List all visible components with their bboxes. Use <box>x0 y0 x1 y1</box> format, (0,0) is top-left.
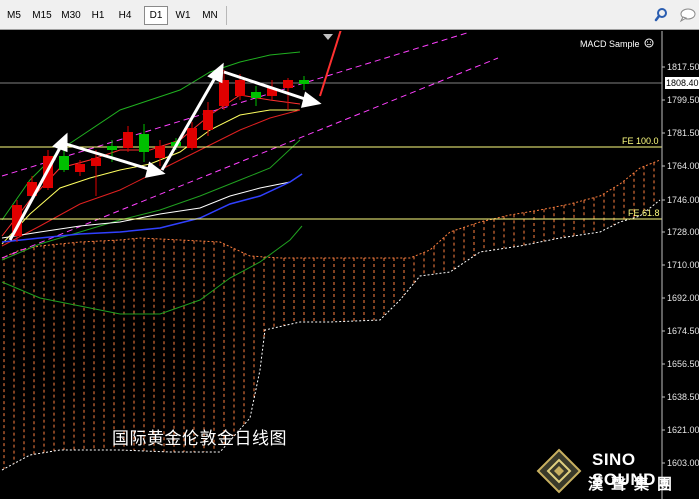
candle-body <box>123 132 133 148</box>
indicator-face-icon <box>644 38 654 48</box>
fib-label-100: FE 100.0 <box>622 136 659 146</box>
logo-name-cn: 漢聲集團 <box>588 475 681 493</box>
timeframe-mn[interactable]: MN <box>199 6 221 25</box>
logo-diamond-icon <box>536 448 582 494</box>
candle-body <box>235 80 245 96</box>
price-axis-label: 1817.50 <box>667 62 699 72</box>
toolbar-separator <box>226 6 227 25</box>
ma-green-upper <box>1 51 301 221</box>
candle-body <box>75 164 85 172</box>
timeframe-h4[interactable]: H4 <box>115 6 135 25</box>
channel-upper <box>1 31 471 177</box>
current-price-value: 1808.40 <box>666 78 699 88</box>
price-axis-label: 1746.00 <box>667 195 699 205</box>
candle-body <box>107 146 117 150</box>
indicator-label: MACD Sample <box>580 38 654 49</box>
price-axis-label: 1621.00 <box>667 425 699 435</box>
price-axis-label: 1799.50 <box>667 95 699 105</box>
company-logo: SINO SOUND 漢聲集團 <box>532 444 699 499</box>
price-axis-label: 1656.50 <box>667 359 699 369</box>
timeframe-m30[interactable]: M30 <box>59 6 83 25</box>
timeframe-m5[interactable]: M5 <box>4 6 24 25</box>
price-axis-label: 1638.50 <box>667 392 699 402</box>
candle-body <box>219 80 229 106</box>
timeframe-d1[interactable]: D1 <box>144 6 168 25</box>
ma-green-bottom <box>1 225 303 315</box>
price-axis-label: 1728.00 <box>667 227 699 237</box>
price-axis: 1817.50 1799.50 1781.50 1764.00 1746.00 1728.… <box>662 62 699 468</box>
chart-caption: 国际黄金伦敦金日线图 <box>112 429 287 449</box>
candle-body <box>283 80 293 88</box>
current-price-box: 1808.40 <box>665 77 699 89</box>
fib-label-618: FE 61.8 <box>628 208 660 218</box>
candle-body <box>91 158 101 166</box>
ichimoku-cloud <box>3 162 655 469</box>
candle-body <box>203 110 213 130</box>
projection-arrow <box>319 31 342 97</box>
timeframe-w1[interactable]: W1 <box>172 6 194 25</box>
price-axis-label: 1692.00 <box>667 293 699 303</box>
search-icon[interactable] <box>652 4 674 26</box>
price-chart[interactable]: FE 100.0 FE 61.8 1817.50 1799.50 1781.50 17… <box>0 31 699 499</box>
timeframe-h1[interactable]: H1 <box>88 6 108 25</box>
candle-body <box>187 128 197 148</box>
price-axis-label: 1710.00 <box>667 260 699 270</box>
timeframe-toolbar: M5 M15 M30 H1 H4 D1 W1 MN <box>0 0 699 30</box>
chat-icon[interactable] <box>677 4 699 26</box>
candle-body <box>139 134 149 152</box>
candle-body <box>155 146 165 158</box>
candle-body <box>251 92 261 98</box>
price-axis-label: 1764.00 <box>667 161 699 171</box>
indicator-name: MACD Sample <box>580 39 640 49</box>
price-axis-label: 1674.50 <box>667 326 699 336</box>
shift-marker <box>323 34 333 40</box>
candle-body <box>299 80 309 84</box>
timeframe-m15[interactable]: M15 <box>30 6 54 25</box>
price-axis-label: 1781.50 <box>667 128 699 138</box>
channel-lower <box>1 57 499 259</box>
candle-body <box>59 156 69 170</box>
